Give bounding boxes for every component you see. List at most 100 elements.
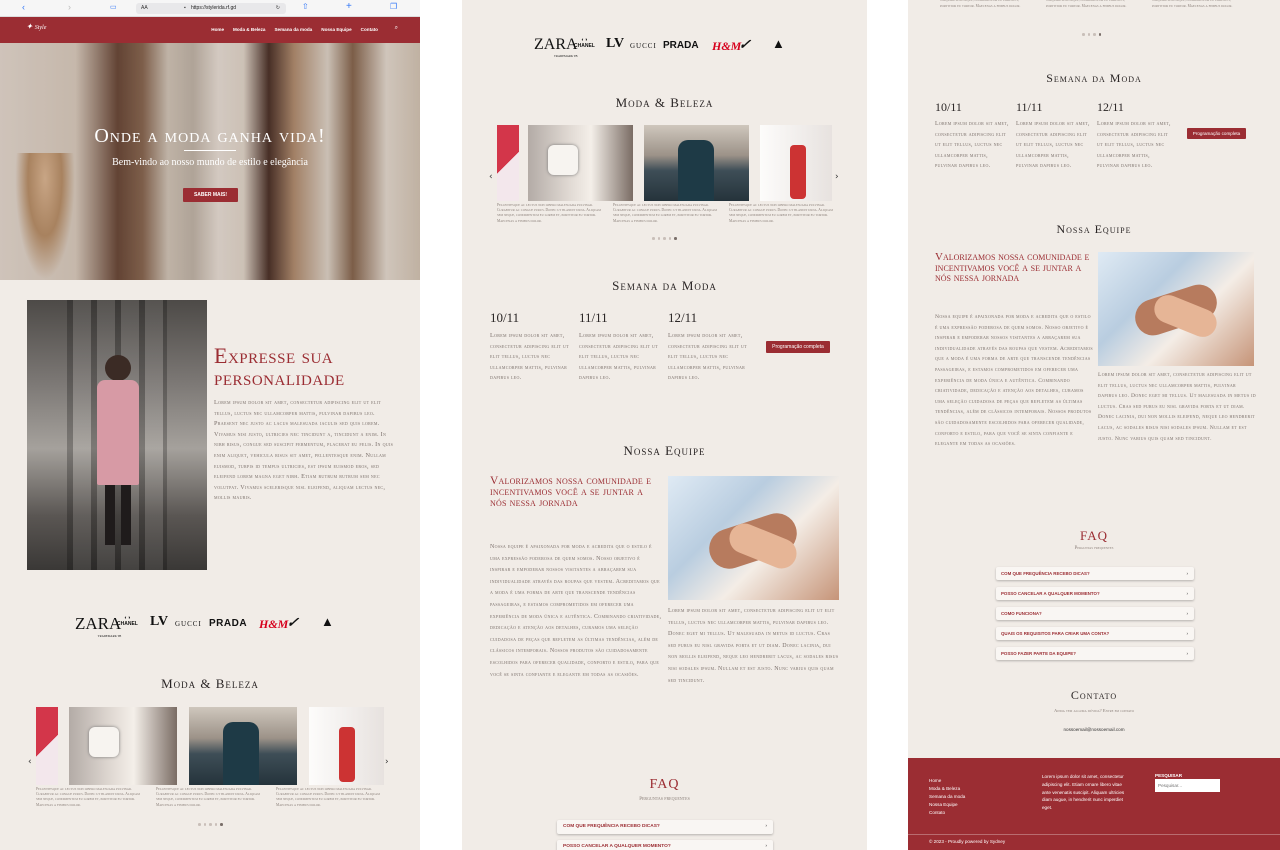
about-title-line2: personalidade <box>214 365 345 390</box>
footer-text: Lorem ipsum dolor sit amet, consectetur … <box>1042 774 1125 811</box>
hero-image: Onde a moda ganha vida! Bem-vindo ao nos… <box>0 43 420 280</box>
about-title-line1: Expresse sua <box>214 343 334 368</box>
forward-icon[interactable]: › <box>68 2 71 12</box>
chanel-logo: ◐◑ CHANEL <box>117 615 138 627</box>
carousel-slide[interactable] <box>309 707 384 785</box>
hero-title: Onde a moda ganha vida! <box>94 125 326 147</box>
carousel-slide[interactable] <box>189 707 297 785</box>
carousel-caption: Pellentesque ac lectus non libero malesu… <box>1152 0 1233 8</box>
carousel-slide[interactable] <box>528 125 633 201</box>
equipe-title: Nossa Equipe <box>623 443 706 458</box>
faq-item[interactable]: POSSO CANCELAR A QUALQUER MOMENTO? › <box>557 840 773 850</box>
lv-logo: LV <box>606 36 625 51</box>
search-icon[interactable]: ⌕ <box>395 25 398 32</box>
carousel-caption: Pellentesque ac lectus non libero malesu… <box>497 203 601 223</box>
faq-title: FAQ <box>1079 528 1109 543</box>
carousel-slide[interactable] <box>69 707 177 785</box>
faq-title: FAQ <box>649 777 680 792</box>
nav-semana[interactable]: Semana da moda <box>274 27 312 32</box>
footer-search-label: PESQUISAR <box>1155 773 1183 778</box>
carousel-slide[interactable] <box>760 125 832 201</box>
share-icon[interactable]: ⇧ <box>302 2 309 11</box>
chevron-right-icon: › <box>765 844 767 849</box>
footer-search-input[interactable] <box>1155 779 1220 792</box>
semana-text: Lorem ipsum dolor sit amet, consectetur … <box>1016 121 1090 170</box>
footer-link[interactable]: Nossa Equipe <box>929 801 965 809</box>
faq-item[interactable]: POSSO CANCELAR A QUALQUER MOMENTO? › <box>996 587 1194 600</box>
team-photo <box>668 476 839 600</box>
nav-contato[interactable]: Contato <box>361 27 378 32</box>
carousel-slide[interactable] <box>36 707 58 785</box>
contato-email[interactable]: nossoemail@nossoemail.com <box>908 727 1280 732</box>
chevron-right-icon: › <box>1186 571 1188 576</box>
faq-item[interactable]: COMO FUNCIONA? › <box>996 607 1194 620</box>
carousel-slide[interactable] <box>644 125 749 201</box>
nav-home[interactable]: Home <box>211 27 224 32</box>
carousel-next-icon[interactable]: › <box>835 172 839 182</box>
site-logo[interactable]: ✦ Style <box>26 22 46 31</box>
faq-item[interactable]: COM QUE FREQUÊNCIA RECEBO DICAS? › <box>996 567 1194 580</box>
carousel-dots[interactable] <box>652 237 677 240</box>
adidas-logo: ▲ <box>772 36 785 51</box>
carousel-prev-icon[interactable]: ‹ <box>28 757 32 767</box>
reader-button[interactable]: AA <box>141 3 148 14</box>
semana-date: 11/11 <box>1016 100 1043 114</box>
semana-title: Semana da Moda <box>1046 71 1142 85</box>
footer-link[interactable]: Semana da moda <box>929 793 965 801</box>
main-nav: Home Moda & Beleza Semana da moda Nossa … <box>211 27 378 32</box>
program-button[interactable]: Programação completa <box>1187 128 1246 139</box>
carousel-caption: Pellentesque ac lectus non libero malesu… <box>940 0 1021 8</box>
carousel-prev-icon[interactable]: ‹ <box>489 172 493 182</box>
moda-title: Moda & Beleza <box>615 95 714 110</box>
reload-icon[interactable]: ↻ <box>276 3 280 14</box>
moda-title: Moda & Beleza <box>161 676 259 691</box>
semana-text: Lorem ipsum dolor sit amet, consectetur … <box>579 332 658 382</box>
hm-logo: H&M <box>259 617 289 631</box>
equipe-heading: Valorizamos nossa comunidade e incentiva… <box>935 251 1090 284</box>
back-icon[interactable]: ‹ <box>22 2 25 12</box>
footer-divider <box>908 834 1280 835</box>
faq-item[interactable]: POSSO FAZER PARTE DA EQUIPE? › <box>996 647 1194 660</box>
faq-item[interactable]: COM QUE FREQUÊNCIA RECEBO DICAS? › <box>557 820 773 834</box>
semana-date: 10/11 <box>490 310 520 325</box>
lv-logo: LV <box>150 614 169 629</box>
carousel-caption: Pellentesque ac lectus non libero malesu… <box>1046 0 1127 8</box>
semana-date: 11/11 <box>579 310 608 325</box>
faq-subtitle: Perguntas frequentes <box>639 797 690 802</box>
equipe-text: Nossa equipe é apaixonada por moda e acr… <box>490 544 662 678</box>
tabs-icon[interactable]: ❐ <box>390 2 397 11</box>
program-button[interactable]: Programação completa <box>766 341 830 353</box>
footer-copyright: © 2023 - Proudly powered by Sydney <box>929 839 1006 844</box>
semana-date: 10/11 <box>935 100 962 114</box>
nav-moda[interactable]: Moda & Beleza <box>233 27 265 32</box>
nav-equipe[interactable]: Nossa Equipe <box>321 27 351 32</box>
footer-link[interactable]: Contato <box>929 809 965 817</box>
hero-button[interactable]: SABER MAIS! <box>183 188 238 202</box>
adidas-logo: ▲ <box>321 614 334 629</box>
carousel-caption: Pellentesque ac lectus non libero malesu… <box>36 787 140 807</box>
carousel-caption: Pellentesque ac lectus non libero malesu… <box>276 787 380 807</box>
carousel-dots[interactable] <box>1082 33 1101 36</box>
about-title: Expresse sua personalidade <box>214 345 345 389</box>
semana-text: Lorem ipsum dolor sit amet, consectetur … <box>490 332 569 382</box>
contato-subtitle: Ainda tem alguma dúvida? Entre em contat… <box>1054 708 1134 713</box>
new-tab-icon[interactable]: + <box>346 1 352 12</box>
site-footer: Home Moda & Beleza Semana da moda Nossa … <box>908 758 1280 850</box>
carousel-slide[interactable] <box>497 125 519 201</box>
footer-link[interactable]: Moda & Beleza <box>929 785 965 793</box>
carousel-next-icon[interactable]: › <box>385 757 389 767</box>
carousel-dots[interactable] <box>198 823 223 826</box>
team-photo <box>1098 252 1254 366</box>
gucci-logo: GUCCI <box>175 620 202 628</box>
site-header: ✦ Style Home Moda & Beleza Semana da mod… <box>0 17 420 43</box>
address-bar[interactable]: AA ▪ https://stylerida.rf.gd ↻ <box>136 3 286 14</box>
bookmarks-icon[interactable]: ▭ <box>110 3 117 11</box>
equipe-text-2: Lorem ipsum dolor sit amet, consectetur … <box>1098 372 1256 442</box>
faq-item[interactable]: QUAIS OS REQUISITOS PARA CRIAR UMA CONTA… <box>996 627 1194 640</box>
footer-link[interactable]: Home <box>929 777 965 785</box>
page-column-3: Pellentesque ac lectus non libero malesu… <box>908 0 1280 850</box>
about-text: Lorem ipsum dolor sit amet, consectetur … <box>214 399 394 502</box>
semana-date: 12/11 <box>1097 100 1124 114</box>
equipe-text: Nossa equipe é apaixonada por moda e acr… <box>935 314 1093 448</box>
chevron-right-icon: › <box>1186 611 1188 616</box>
